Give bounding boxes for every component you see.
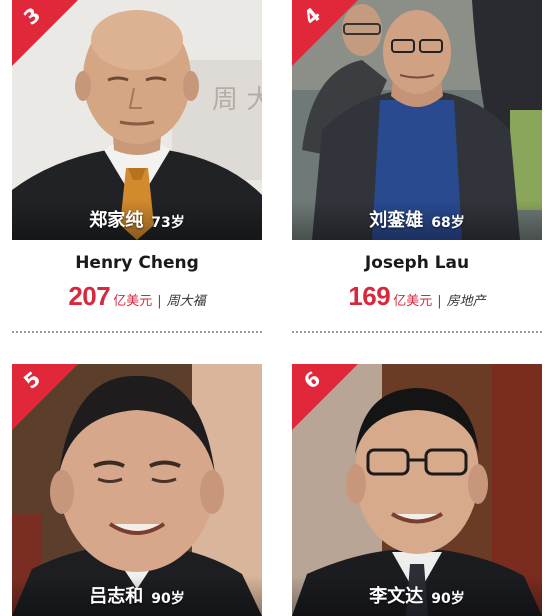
rank-badge: 5 [12,364,78,430]
wealth-line: 169 亿美元 | 房地产 [292,281,542,312]
wealth-value: 207 [68,281,111,311]
separator: | [437,294,442,309]
photo-caption: 李文达 90岁 [292,576,542,616]
rank-badge: 4 [292,0,358,66]
wealth-unit: 亿美元 [393,294,433,309]
section-divider [292,331,542,333]
chinese-name: 刘銮雄 [369,210,424,231]
company-name: 房地产 [446,294,486,309]
company-name: 周大福 [166,294,206,309]
wealth-unit: 亿美元 [113,294,153,309]
chinese-name: 吕志和 [89,586,144,607]
background-sign-text: 周 大 [212,85,262,115]
chinese-name: 郑家纯 [89,210,144,231]
profile-info-4: Joseph Lau 169 亿美元 | 房地产 [292,253,542,312]
age-label: 90岁 [151,591,185,607]
profile-photo-card-6: 6 李文达 90岁 [292,364,542,616]
age-label: 68岁 [431,215,465,231]
english-name: Henry Cheng [75,253,199,273]
wealth-line: 207 亿美元 | 周大福 [12,281,262,312]
section-divider [12,331,262,333]
photo-caption: 刘銮雄 68岁 [292,200,542,240]
profile-photo-card-3: 周 大 3 郑家纯 73岁 [12,0,262,240]
age-label: 90岁 [431,591,465,607]
english-name: Joseph Lau [364,253,470,273]
profile-info-3: Henry Cheng 207 亿美元 | 周大福 [12,253,262,312]
photo-caption: 郑家纯 73岁 [12,200,262,240]
separator: | [157,294,162,309]
chinese-name: 李文达 [369,586,424,607]
wealth-value: 169 [348,281,391,311]
profile-photo-card-5: 5 吕志和 90岁 [12,364,262,616]
photo-caption: 吕志和 90岁 [12,576,262,616]
age-label: 73岁 [151,215,185,231]
rank-badge: 3 [12,0,78,66]
rank-badge: 6 [292,364,358,430]
profile-photo-card-4: 4 刘銮雄 68岁 [292,0,542,240]
